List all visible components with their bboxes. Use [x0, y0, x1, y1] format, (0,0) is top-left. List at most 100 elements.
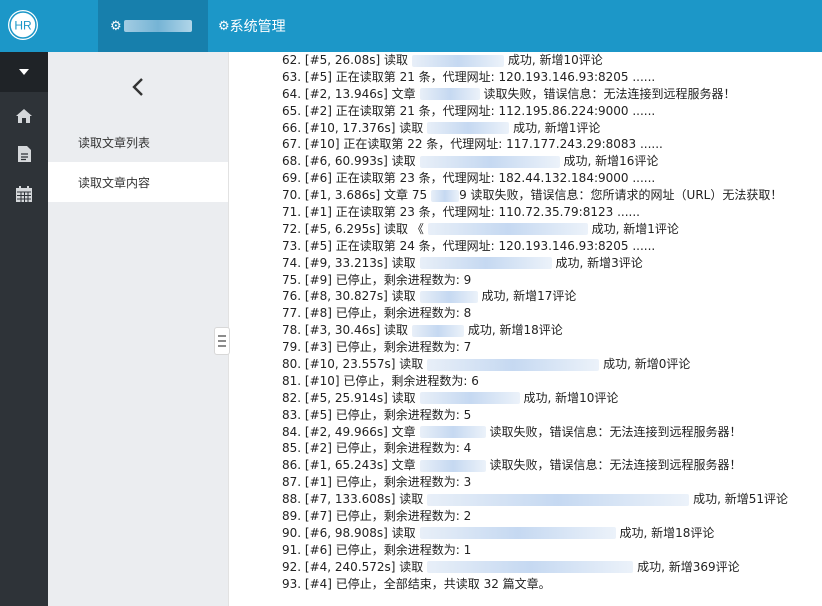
log-line-result: 读取失败，错误信息：无法连接到远程服务器！: [485, 458, 742, 473]
log-line: 79. [#3] 已停止，剩余进程数为: 7: [282, 339, 822, 356]
nav-item-2-label: 系统管理: [229, 19, 286, 35]
log-line-result: 成功, 新增17评论: [477, 289, 577, 304]
log-line-result: 读取失败，错误信息：无法连接到远程服务器！: [485, 424, 742, 439]
log-line: 78. [#3, 30.46s] 读取 成功, 新增18评论: [282, 322, 822, 339]
log-line: 90. [#6, 98.908s] 读取 成功, 新增18评论: [282, 525, 822, 542]
log-line: 63. [#5] 正在读取第 21 条，代理网址: 120.193.146.93…: [282, 69, 822, 86]
log-line-result: 成功, 新增10评论: [504, 53, 603, 67]
log-line: 83. [#5] 已停止，剩余进程数为: 5: [282, 407, 822, 424]
gears-icon: ⚙: [110, 18, 122, 34]
log-line: 66. [#10, 17.376s] 读取 成功, 新增1评论: [282, 120, 822, 137]
redacted-title: [419, 155, 560, 168]
hr-logo[interactable]: HR: [8, 10, 38, 40]
redacted-title: [419, 88, 480, 101]
log-line-result: 9 读取失败，错误信息：您所请求的网址（URL）无法获取！: [459, 188, 783, 203]
sidebar-collapse-button[interactable]: [48, 52, 228, 122]
log-line: 88. [#7, 133.608s] 读取 成功, 新增51评论: [282, 491, 822, 508]
redacted-title: [427, 223, 588, 236]
hr-logo-mark: HR: [9, 11, 37, 39]
sidebar: 读取文章列表 读取文章内容: [48, 52, 228, 606]
log-line: 91. [#6] 已停止，剩余进程数为: 1: [282, 542, 822, 559]
log-line-text: 62. [#5, 26.08s] 读取: [282, 53, 409, 67]
log-line-text: 64. [#2, 13.946s] 文章: [282, 86, 416, 101]
nav-item-system-management[interactable]: ⚙ 系统管理: [218, 0, 286, 52]
log-line-text: 63. [#5] 正在读取第 21 条，代理网址: 120.193.146.93…: [282, 69, 656, 84]
grip-icon: [218, 335, 226, 347]
nav-item-1[interactable]: ⚙: [98, 0, 208, 52]
log-line-text: 81. [#10] 已停止，剩余进程数为: 6: [282, 373, 479, 388]
log-line-result: 成功, 新增51评论: [689, 492, 788, 507]
calendar-icon[interactable]: [14, 184, 34, 204]
sidebar-item-article-list[interactable]: 读取文章列表: [48, 122, 228, 162]
redacted-title: [419, 257, 552, 270]
log-line: 62. [#5, 26.08s] 读取 成功, 新增10评论: [282, 52, 822, 69]
log-line: 74. [#9, 33.213s] 读取 成功, 新增3评论: [282, 255, 822, 272]
gears-icon: ⚙: [218, 18, 230, 34]
svg-text:HR: HR: [14, 19, 32, 33]
home-icon[interactable]: [14, 106, 34, 126]
log-line: 89. [#7] 已停止，剩余进程数为: 2: [282, 508, 822, 525]
top-bar: HR ⚙ ⚙ 系统管理: [0, 0, 822, 52]
sidebar-item-label: 读取文章列表: [78, 135, 151, 150]
sidebar-item-article-content[interactable]: 读取文章内容: [48, 162, 228, 202]
log-line-text: 71. [#1] 正在读取第 23 条，代理网址: 110.72.35.79:8…: [282, 205, 640, 220]
log-line: 70. [#1, 3.686s] 文章 75 9 读取失败，错误信息：您所请求的网…: [282, 187, 822, 204]
redacted-title: [419, 459, 486, 472]
sidebar-item-label: 读取文章内容: [78, 175, 151, 190]
log-line: 71. [#1] 正在读取第 23 条，代理网址: 110.72.35.79:8…: [282, 204, 822, 221]
log-line: 67. [#10] 正在读取第 22 条，代理网址: 117.177.243.2…: [282, 136, 822, 153]
log-line-text: 76. [#8, 30.827s] 读取: [282, 289, 416, 304]
log-line-text: 69. [#6] 正在读取第 23 条，代理网址: 182.44.132.184…: [282, 171, 656, 186]
redacted-title: [427, 561, 634, 574]
log-line-result: 成功, 新增18评论: [615, 525, 715, 540]
redacted-title: [431, 189, 460, 202]
log-line: 64. [#2, 13.946s] 文章 读取失败，错误信息：无法连接到远程服务…: [282, 86, 822, 103]
icon-rail: [0, 52, 48, 606]
log-line-text: 74. [#9, 33.213s] 读取: [282, 255, 416, 270]
log-line-text: 68. [#6, 60.993s] 读取: [282, 154, 416, 169]
log-line-result: 成功, 新增10评论: [519, 390, 619, 405]
log-line: 93. [#4] 已停止，全部结束，共读取 32 篇文章。: [282, 576, 822, 593]
log-line-text: 70. [#1, 3.686s] 文章 75: [282, 188, 428, 203]
chevron-left-icon: [132, 78, 143, 96]
log-line: 84. [#2, 49.966s] 文章 读取失败，错误信息：无法连接到远程服务…: [282, 424, 822, 441]
log-line-text: 67. [#10] 正在读取第 22 条，代理网址: 117.177.243.2…: [282, 137, 663, 152]
log-line-text: 93. [#4] 已停止，全部结束，共读取 32 篇文章。: [282, 576, 551, 591]
log-line-text: 83. [#5] 已停止，剩余进程数为: 5: [282, 407, 472, 422]
log-line: 68. [#6, 60.993s] 读取 成功, 新增16评论: [282, 153, 822, 170]
log-line-result: 成功, 新增369评论: [633, 559, 740, 574]
log-line-text: 80. [#10, 23.557s] 读取: [282, 357, 424, 372]
log-line-result: 成功, 新增0评论: [599, 357, 691, 372]
log-line-result: 成功, 新增18评论: [464, 323, 563, 338]
log-line-text: 86. [#1, 65.243s] 文章: [282, 458, 416, 473]
log-line: 77. [#8] 已停止，剩余进程数为: 8: [282, 305, 822, 322]
log-line: 82. [#5, 25.914s] 读取 成功, 新增10评论: [282, 390, 822, 407]
log-line-text: 84. [#2, 49.966s] 文章: [282, 424, 416, 439]
log-line: 86. [#1, 65.243s] 文章 读取失败，错误信息：无法连接到远程服务…: [282, 457, 822, 474]
log-line-text: 92. [#4, 240.572s] 读取: [282, 559, 424, 574]
log-line-text: 72. [#5, 6.295s] 读取 《: [282, 221, 424, 236]
log-line-result: 成功, 新增3评论: [551, 255, 643, 270]
redacted-title: [419, 527, 616, 540]
caret-down-icon: [19, 69, 29, 75]
log-line-text: 82. [#5, 25.914s] 读取: [282, 390, 416, 405]
log-line-text: 88. [#7, 133.608s] 读取: [282, 492, 424, 507]
log-line: 87. [#1] 已停止，剩余进程数为: 3: [282, 474, 822, 491]
rail-toggle[interactable]: [0, 52, 48, 92]
sidebar-drag-handle[interactable]: [214, 327, 230, 355]
log-line-text: 79. [#3] 已停止，剩余进程数为: 7: [282, 340, 472, 355]
redacted-title: [419, 392, 520, 405]
log-line-text: 89. [#7] 已停止，剩余进程数为: 2: [282, 509, 472, 524]
redacted-title: [419, 290, 478, 303]
log-line: 81. [#10] 已停止，剩余进程数为: 6: [282, 373, 822, 390]
log-line-text: 78. [#3, 30.46s] 读取: [282, 323, 409, 338]
log-line-text: 85. [#2] 已停止，剩余进程数为: 4: [282, 441, 472, 456]
log-line-text: 66. [#10, 17.376s] 读取: [282, 120, 424, 135]
log-line-text: 90. [#6, 98.908s] 读取: [282, 525, 416, 540]
redacted-title: [419, 426, 486, 439]
log-line: 72. [#5, 6.295s] 读取 《 成功, 新增1评论: [282, 221, 822, 238]
log-line-text: 91. [#6] 已停止，剩余进程数为: 1: [282, 542, 472, 557]
log-output: 62. [#5, 26.08s] 读取 成功, 新增10评论 63. [#5] 正…: [282, 52, 822, 606]
document-icon[interactable]: [14, 144, 34, 164]
log-line-text: 77. [#8] 已停止，剩余进程数为: 8: [282, 306, 472, 321]
